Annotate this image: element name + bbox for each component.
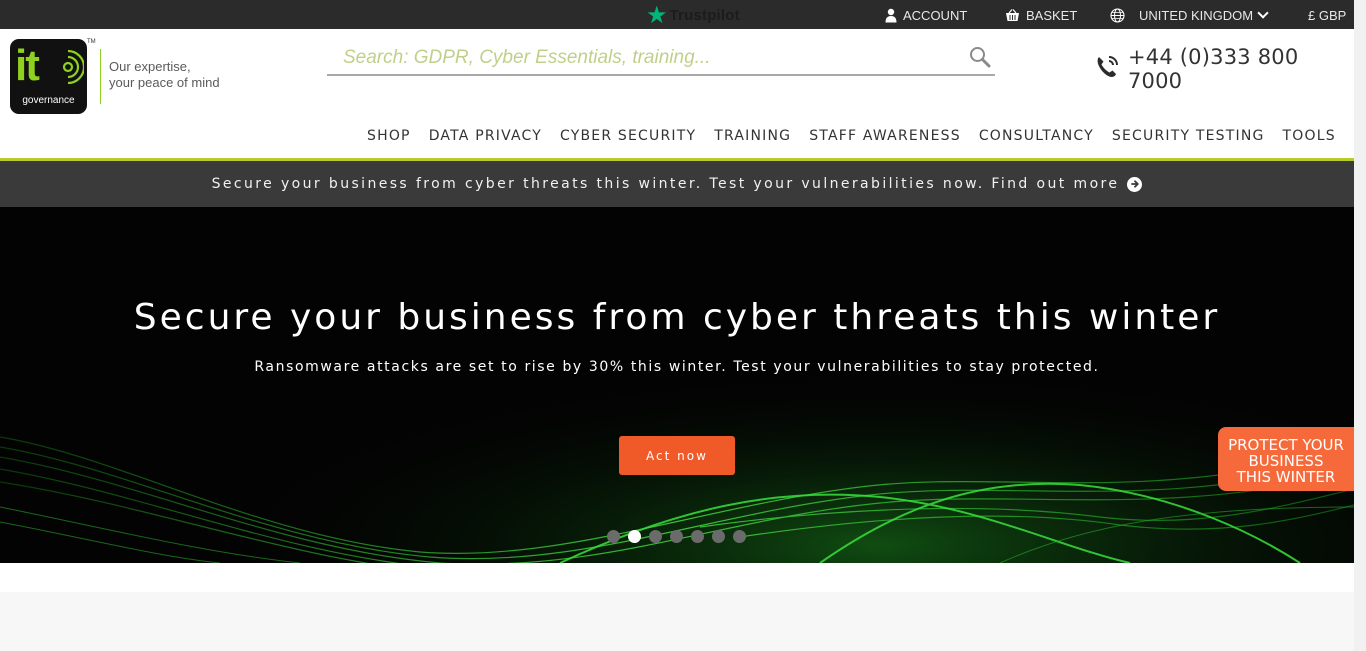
account-label: ACCOUNT [903,7,968,23]
tagline-line2: your peace of mind [109,75,220,90]
carousel-dot-3[interactable] [649,530,662,543]
nav-item-consultancy[interactable]: CONSULTANCY [970,124,1103,148]
country-selector[interactable]: UNITED KINGDOM [1110,6,1269,24]
basket-link[interactable]: BASKET [1005,6,1077,24]
logo-signal-icon [62,49,84,85]
carousel-dots [607,530,754,543]
trustpilot-star-icon: ★ [646,1,668,29]
nav-item-security-testing[interactable]: SECURITY TESTING [1103,124,1274,148]
hero-carousel: Secure your business from cyber threats … [0,207,1354,563]
search-bar [327,42,995,76]
nav-item-tools[interactable]: TOOLS [1274,124,1345,148]
carousel-dot-5[interactable] [691,530,704,543]
carousel-dot-7[interactable] [733,530,746,543]
tagline: Our expertise, your peace of mind [109,59,249,91]
hero-subtitle: Ransomware attacks are set to rise by 30… [254,359,1100,375]
promo-text: Secure your business from cyber threats … [211,176,1120,192]
top-utility-bar: ★ Trustpilot ACCOUNT BASKET UNITED KINGD… [0,0,1354,29]
tagline-line1: Our expertise, [109,59,191,74]
page-scrollbar[interactable] [1354,0,1366,651]
logo-divider [100,49,101,104]
basket-label: BASKET [1026,7,1078,23]
act-now-button[interactable]: Act now [619,436,735,475]
user-icon [885,8,897,23]
side-tab-line1: PROTECT YOUR [1228,436,1344,454]
nav-item-cyber-security[interactable]: CYBER SECURITY [551,124,705,148]
content-section [0,592,1354,651]
logo-it-text: it [15,41,40,90]
trustpilot-label: Trustpilot [669,6,740,24]
main-navigation: SHOP DATA PRIVACY CYBER SECURITY TRAININ… [358,124,1345,148]
nav-item-staff-awareness[interactable]: STAFF AWARENESS [800,124,970,148]
phone-contact[interactable]: +44 (0)333 800 7000 [1094,45,1354,93]
country-label: UNITED KINGDOM [1139,7,1254,23]
protect-business-side-tab[interactable]: PROTECT YOUR BUSINESS THIS WINTER [1218,427,1354,491]
phone-number: +44 (0)333 800 7000 [1128,45,1299,93]
carousel-dot-2[interactable] [628,530,641,543]
arrow-circle-right-icon [1127,176,1143,192]
carousel-dot-6[interactable] [712,530,725,543]
nav-item-shop[interactable]: SHOP [358,124,420,148]
search-input[interactable] [327,42,947,74]
site-header: it governance TM Our expertise, your pea… [0,29,1354,159]
green-wave-graphic [0,207,1354,563]
logo-governance-text: governance [22,95,75,106]
carousel-dot-1[interactable] [607,530,620,543]
it-governance-logo[interactable]: it governance [10,39,87,114]
currency-selector[interactable]: £ GBP [1308,6,1346,24]
hero-title: Secure your business from cyber threats … [133,297,1221,338]
trustpilot-link[interactable]: ★ Trustpilot [646,3,740,27]
side-tab-line3: THIS WINTER [1236,468,1336,486]
search-icon[interactable] [969,46,991,72]
currency-label: £ GBP [1308,7,1347,23]
globe-icon [1110,7,1125,23]
nav-item-training[interactable]: TRAINING [705,124,800,148]
account-link[interactable]: ACCOUNT [885,6,967,24]
chevron-down-icon [1257,7,1269,19]
nav-item-data-privacy[interactable]: DATA PRIVACY [420,124,551,148]
trademark-mark: TM [87,39,96,45]
carousel-dot-4[interactable] [670,530,683,543]
basket-icon [1005,8,1020,22]
phone-icon [1094,54,1120,84]
promo-banner[interactable]: Secure your business from cyber threats … [0,161,1354,207]
side-tab-line2: BUSINESS [1248,452,1324,470]
